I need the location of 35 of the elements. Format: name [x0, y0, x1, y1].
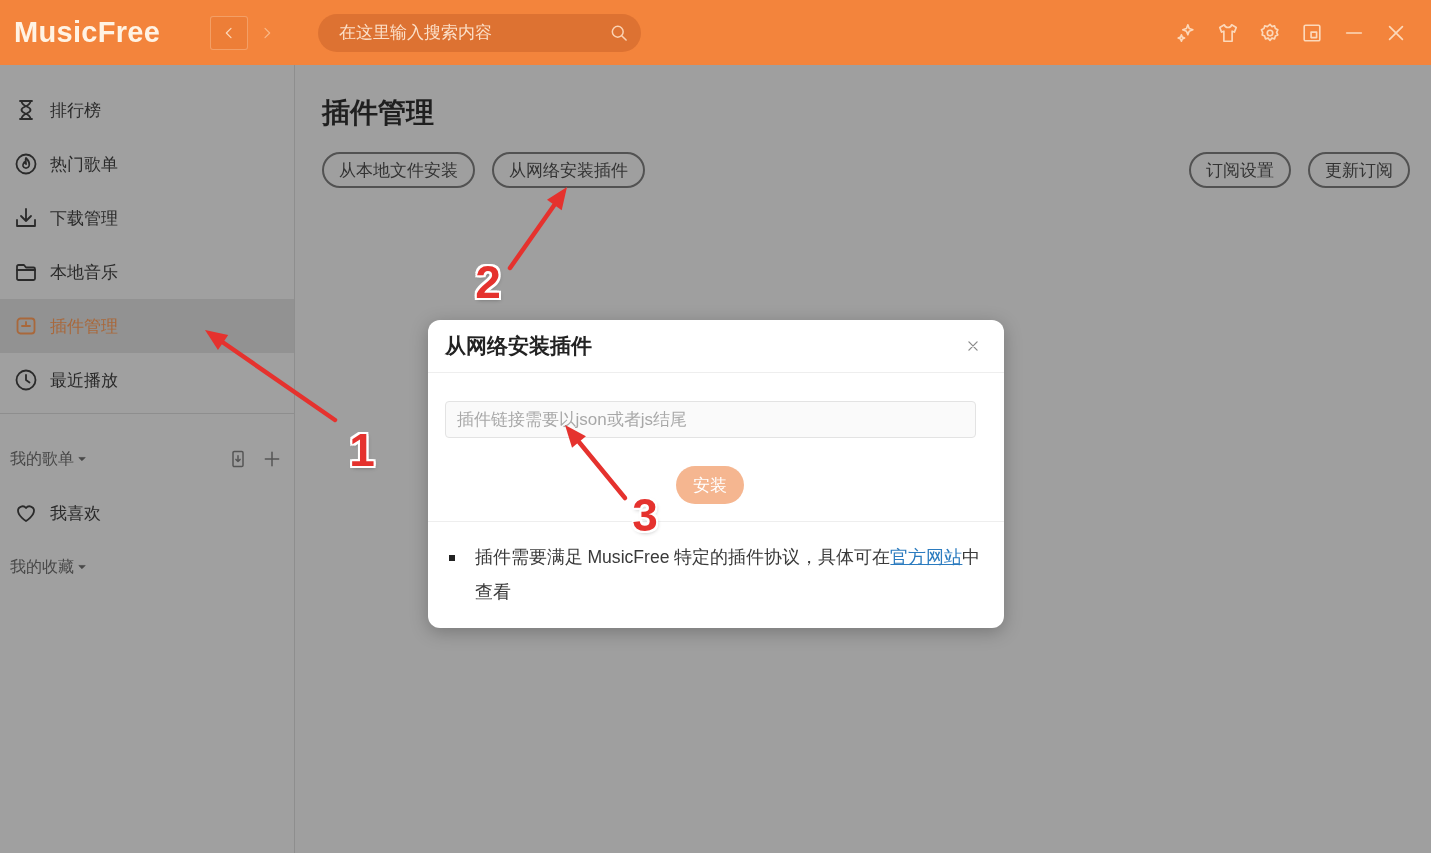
download-icon — [14, 206, 38, 230]
caret-icon — [77, 562, 87, 572]
sparkle-icon[interactable] — [1175, 21, 1197, 44]
caret-icon — [77, 454, 87, 464]
close-icon[interactable] — [965, 339, 980, 353]
sidebar-item[interactable]: 本地音乐 — [0, 245, 294, 299]
app-logo: MusicFree — [14, 16, 162, 49]
page-title: 插件管理 — [322, 96, 435, 130]
clock-icon — [14, 368, 38, 392]
note-text: 插件需要满足 MusicFree 特定的插件协议，具体可在官方网站中查看 — [474, 546, 982, 604]
action-button[interactable]: 更新订阅 — [1308, 152, 1410, 188]
shirt-icon[interactable] — [1217, 21, 1239, 44]
section-toggle[interactable]: 我的收藏 — [10, 556, 87, 578]
sidebar-item[interactable]: 排行榜 — [0, 83, 294, 137]
section-toggle[interactable]: 我的歌单 — [10, 448, 87, 470]
step-number: 2 — [475, 259, 501, 305]
fire-icon — [14, 152, 38, 176]
bullet-icon — [448, 554, 455, 561]
url-input[interactable]: 插件链接需要以json或者js结尾 — [444, 401, 976, 438]
settings-icon[interactable] — [1259, 21, 1281, 44]
sidebar-item[interactable]: 热门歌单 — [0, 137, 294, 191]
website-link[interactable]: 官方网站 — [890, 547, 963, 567]
plus-icon[interactable] — [262, 449, 282, 469]
window-icon[interactable] — [1301, 21, 1323, 44]
step-number: 1 — [349, 427, 375, 473]
sidebar-item[interactable]: 我喜欢 — [0, 486, 294, 540]
action-button[interactable]: 订阅设置 — [1189, 152, 1291, 188]
action-button[interactable]: 从本地文件安装 — [322, 152, 475, 188]
sidebar-item[interactable]: 最近播放 — [0, 353, 294, 407]
search-field[interactable]: 在这里输入搜索内容 — [318, 13, 641, 52]
action-button[interactable]: 从网络安装插件 — [492, 152, 645, 188]
sidebar-item[interactable]: 下载管理 — [0, 191, 294, 245]
dialog-title: 从网络安装插件 — [444, 333, 592, 359]
step-number: 3 — [632, 492, 658, 538]
back-button[interactable] — [210, 15, 248, 50]
